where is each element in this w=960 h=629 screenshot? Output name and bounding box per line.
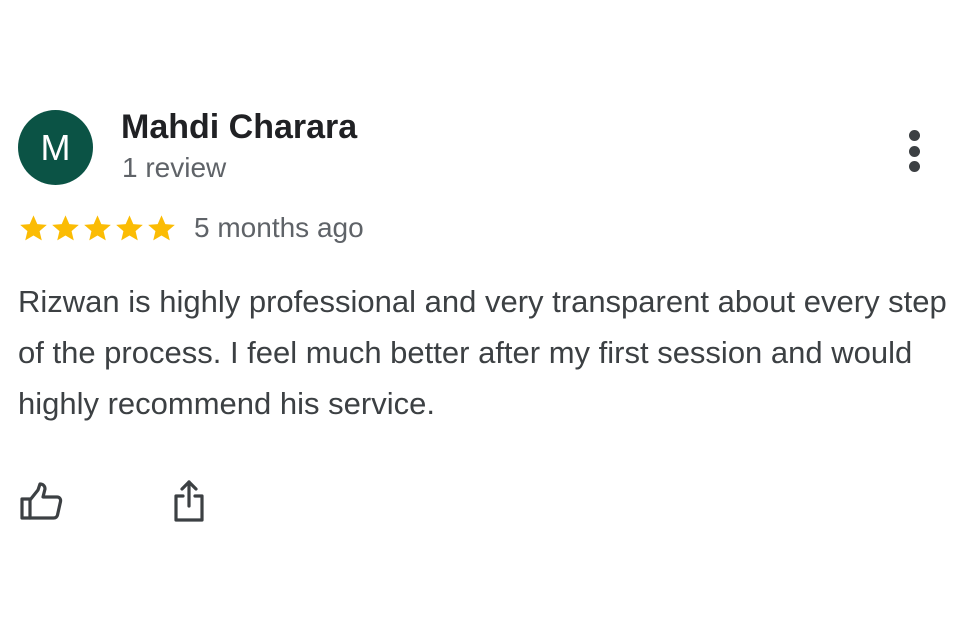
- more-vert-icon-dot: [908, 161, 920, 172]
- avatar[interactable]: M: [18, 110, 93, 185]
- review-card: M Mahdi Charara 1 review 5 months ago Ri…: [0, 0, 960, 629]
- review-date: 5 months ago: [194, 212, 364, 243]
- review-text: Rizwan is highly professional and very t…: [18, 284, 947, 421]
- share-button[interactable]: [164, 476, 214, 526]
- author-name[interactable]: Mahdi Charara: [121, 108, 357, 147]
- share-icon: [174, 480, 204, 522]
- like-button[interactable]: [16, 476, 66, 526]
- thumb-up-icon: [20, 482, 63, 520]
- star-rating: [18, 210, 178, 246]
- star-icon: [116, 214, 143, 240]
- more-vert-icon: [908, 130, 920, 141]
- avatar-initial: M: [40, 126, 71, 168]
- more-options-button[interactable]: [896, 126, 932, 176]
- more-vert-icon-dot: [908, 145, 920, 157]
- star-icon: [20, 214, 47, 240]
- star-icon: [148, 214, 175, 240]
- star-icon: [84, 214, 111, 240]
- star-icon: [52, 214, 79, 240]
- rating-row: 5 months ago: [18, 210, 364, 246]
- review-count[interactable]: 1 review: [122, 152, 226, 184]
